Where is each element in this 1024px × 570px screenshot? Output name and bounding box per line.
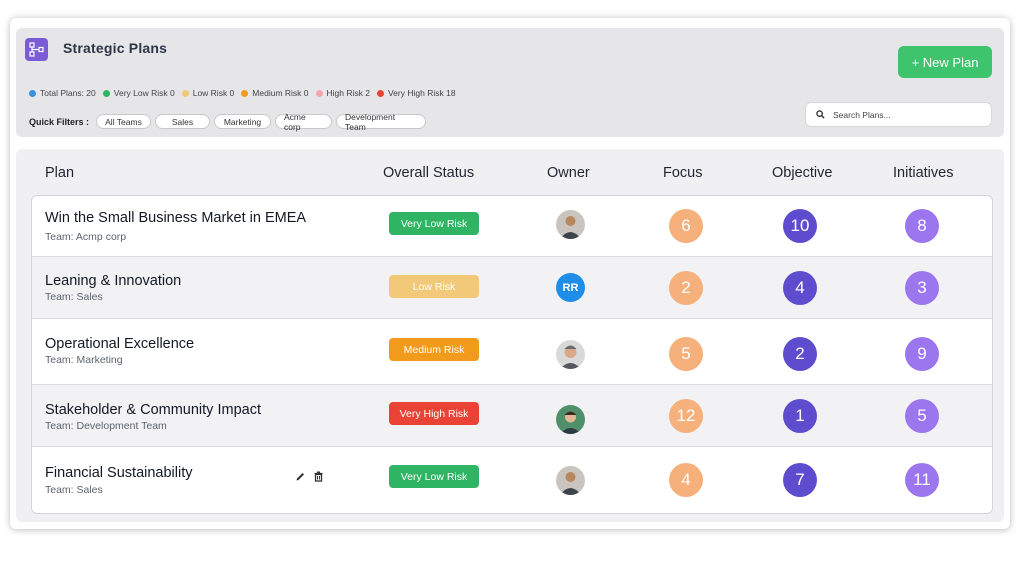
quick-filters-label: Quick Filters : [29,117,90,127]
column-header-status[interactable]: Overall Status [383,165,474,181]
plans-table: Plan Overall Status Owner Focus Objectiv… [16,149,1004,522]
avatar[interactable]: RR [556,273,585,302]
status-badge: Very Low Risk [389,465,479,488]
table-row[interactable]: Stakeholder & Community Impact Team: Dev… [32,385,992,447]
filter-chip-development-team[interactable]: Development Team [336,112,426,132]
filter-chip-all-teams[interactable]: All Teams [96,114,151,129]
status-badge: Low Risk [389,275,479,298]
stat-label: Low Risk 0 [192,88,235,98]
stat-high: High Risk 2 [315,88,370,98]
stat-low: Low Risk 0 [181,88,235,98]
plan-name[interactable]: Financial Sustainability [45,465,193,481]
objective-count: 2 [783,337,817,371]
focus-count: 5 [669,337,703,371]
table-row[interactable]: Operational Excellence Team: Marketing M… [32,319,992,385]
stat-dot [376,89,384,97]
table-row[interactable]: Leaning & Innovation Team: Sales Low Ris… [32,257,992,319]
filter-chip-sales[interactable]: Sales [155,114,210,129]
objective-count: 1 [783,399,817,433]
plan-team: Team: Acmp corp [45,231,127,243]
search-icon [816,106,825,124]
stat-label: Very Low Risk 0 [113,88,175,98]
stat-label: Total Plans: 20 [40,88,96,98]
table-row[interactable]: Win the Small Business Market in EMEA Te… [32,196,992,257]
stat-very-low: Very Low Risk 0 [102,88,175,98]
focus-count: 2 [669,271,703,305]
stat-dot [181,89,189,97]
header-panel: Strategic Plans Total Plans: 20 Very Low… [16,28,1004,137]
objective-count: 10 [783,209,817,243]
plan-name[interactable]: Stakeholder & Community Impact [45,402,261,418]
table-row[interactable]: Financial Sustainability Team: Sales Ver… [32,447,992,513]
plan-name[interactable]: Win the Small Business Market in EMEA [45,210,306,226]
plan-team: Team: Sales [45,291,103,303]
search-box[interactable] [805,102,992,127]
pencil-icon[interactable] [294,470,306,482]
table-header: Plan Overall Status Owner Focus Objectiv… [16,149,1004,195]
stat-total: Total Plans: 20 [29,88,96,98]
stat-very-high: Very High Risk 18 [376,88,456,98]
focus-count: 12 [669,399,703,433]
plan-team: Team: Sales [45,484,103,496]
objective-count: 7 [783,463,817,497]
column-header-plan[interactable]: Plan [45,165,74,181]
plan-team: Team: Development Team [45,420,167,432]
column-header-focus[interactable]: Focus [663,165,703,181]
stat-medium: Medium Risk 0 [241,88,309,98]
plan-name[interactable]: Operational Excellence [45,336,194,352]
objective-count: 4 [783,271,817,305]
stat-dot [102,89,110,97]
avatar[interactable] [556,210,585,239]
page-title: Strategic Plans [63,40,168,56]
avatar[interactable] [556,466,585,495]
avatar[interactable] [556,405,585,434]
status-badge: Very High Risk [389,402,479,425]
quick-filter-chips: All Teams Sales Marketing Acme corp Deve… [96,112,430,132]
stat-label: Medium Risk 0 [252,88,309,98]
filter-chip-acme-corp[interactable]: Acme corp [275,112,332,132]
column-header-objective[interactable]: Objective [772,165,832,181]
avatar[interactable] [556,340,585,369]
app-window: Strategic Plans Total Plans: 20 Very Low… [10,18,1010,529]
column-header-initiatives[interactable]: Initiatives [893,165,953,181]
initiatives-count: 9 [905,337,939,371]
focus-count: 6 [669,209,703,243]
search-input[interactable] [831,108,975,121]
stat-label: Very High Risk 18 [387,88,456,98]
filter-chip-marketing[interactable]: Marketing [214,114,271,129]
initiatives-count: 11 [905,463,939,497]
initiatives-count: 8 [905,209,939,243]
stat-dot [241,89,249,97]
stat-dot [29,89,36,97]
stat-dot [315,89,323,97]
table-body: Win the Small Business Market in EMEA Te… [31,195,993,514]
status-badge: Medium Risk [389,338,479,361]
initiatives-count: 3 [905,271,939,305]
row-actions [294,470,324,482]
initiatives-count: 5 [905,399,939,433]
stat-label: High Risk 2 [326,88,370,98]
column-header-owner[interactable]: Owner [547,165,590,181]
hierarchy-icon [25,38,48,61]
focus-count: 4 [669,463,703,497]
trash-icon[interactable] [312,470,324,482]
plan-team: Team: Marketing [45,354,123,366]
new-plan-button[interactable]: + New Plan [898,46,992,78]
status-badge: Very Low Risk [389,212,479,235]
plan-name[interactable]: Leaning & Innovation [45,273,181,289]
plan-stats: Total Plans: 20 Very Low Risk 0 Low Risk… [29,88,463,98]
